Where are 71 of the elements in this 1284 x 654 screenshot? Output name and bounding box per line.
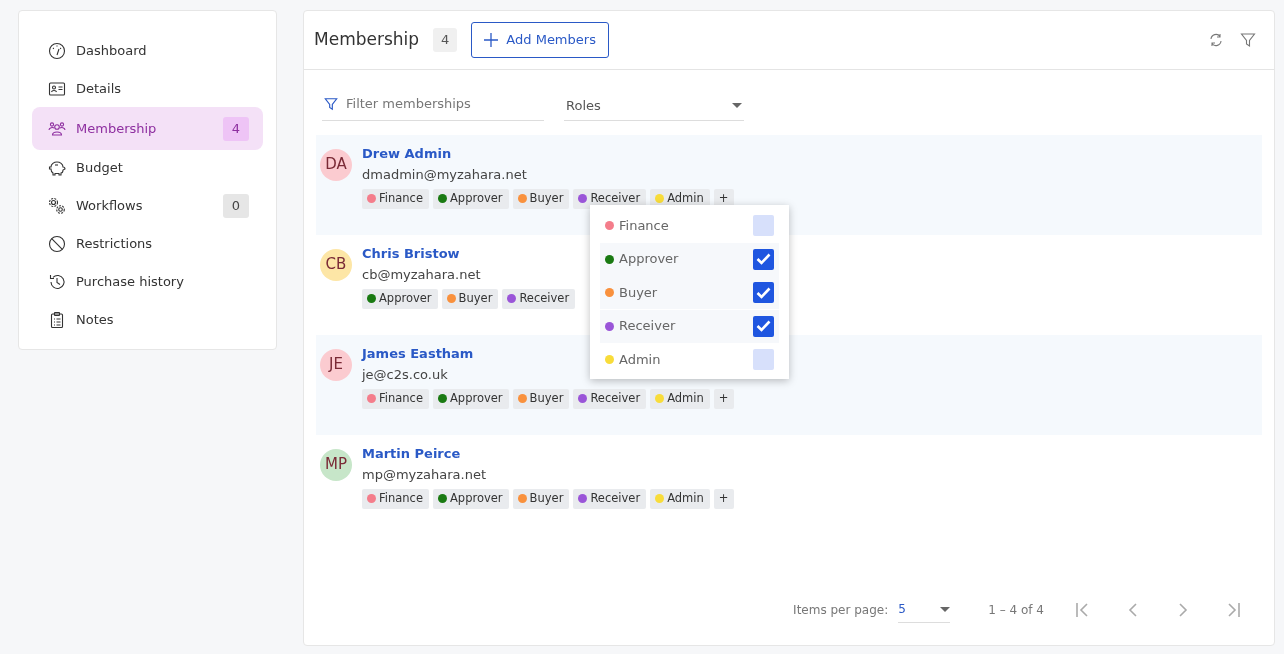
piggy-bank-icon — [48, 159, 66, 177]
caret-icon — [732, 103, 742, 109]
page-range: 1 – 4 of 4 — [988, 601, 1044, 619]
member-email: je@c2s.co.uk — [362, 365, 448, 384]
member-email: mp@myzahara.net — [362, 465, 487, 484]
role-tag: Finance — [362, 188, 429, 209]
member-email: cb@myzahara.net — [362, 265, 481, 284]
role-tag: Finance — [362, 388, 429, 409]
filter-icon[interactable] — [1240, 32, 1256, 48]
checkbox[interactable] — [753, 215, 774, 236]
caret-icon — [940, 606, 951, 612]
sidebar-item[interactable]: Membership 4 — [32, 107, 263, 150]
member-name-link[interactable]: Chris Bristow — [362, 244, 460, 263]
checkbox[interactable] — [753, 282, 774, 303]
avatar: MP — [320, 448, 352, 481]
roles-dropdown[interactable]: Roles — [564, 90, 744, 121]
member-name-link[interactable]: Drew Admin — [362, 144, 452, 163]
role-tag: Approver — [433, 488, 509, 509]
gears-icon — [48, 197, 66, 215]
role-tag: Approver — [433, 188, 509, 209]
sidebar-item[interactable]: Restrictions — [32, 224, 263, 264]
role-tag: Buyer — [441, 288, 499, 309]
count-badge: 0 — [223, 194, 249, 218]
add-role-button[interactable]: + — [713, 488, 735, 509]
role-option[interactable]: Receiver — [600, 309, 779, 343]
member-name-link[interactable]: Martin Peirce — [362, 444, 461, 463]
role-tag: Finance — [362, 488, 429, 509]
role-tag: Receiver — [573, 488, 647, 509]
add-role-button[interactable]: + — [713, 388, 735, 409]
member-count: 4 — [433, 28, 458, 52]
people-icon — [48, 119, 66, 138]
role-tag: Receiver — [573, 388, 647, 409]
role-tag: Approver — [433, 388, 509, 409]
role-tag: Approver — [362, 288, 438, 309]
role-option[interactable]: Finance — [600, 209, 779, 242]
refresh-icon[interactable] — [1208, 32, 1224, 48]
count-badge: 4 — [223, 116, 249, 141]
history-icon — [48, 273, 66, 291]
role-tag: Buyer — [512, 488, 570, 509]
sidebar-item[interactable]: Budget — [32, 148, 263, 188]
checkbox[interactable] — [753, 349, 774, 370]
ban-icon — [48, 235, 66, 253]
avatar: DA — [320, 148, 352, 181]
sidebar-item[interactable]: Notes — [32, 300, 263, 340]
sidebar-item[interactable]: Purchase history — [32, 262, 263, 302]
role-tag: Receiver — [502, 288, 576, 309]
gauge-icon — [48, 42, 66, 60]
panel-title: Membership — [314, 28, 420, 52]
filter-icon — [324, 96, 338, 111]
sidebar-item[interactable]: Dashboard — [32, 31, 263, 71]
role-option[interactable]: Admin — [600, 343, 779, 376]
plus-icon — [484, 33, 499, 47]
id-card-icon — [48, 80, 66, 98]
member-email: dmadmin@myzahara.net — [362, 165, 527, 184]
role-tag: Buyer — [512, 388, 570, 409]
role-option[interactable]: Buyer — [600, 276, 779, 309]
clipboard-icon — [48, 311, 66, 329]
checkbox[interactable] — [753, 315, 774, 337]
sidebar-item[interactable]: Details — [32, 69, 263, 109]
member-name-link[interactable]: James Eastham — [362, 344, 474, 363]
role-tag: Buyer — [512, 188, 570, 209]
avatar: JE — [320, 348, 352, 381]
items-per-page-label: Items per page: — [793, 601, 889, 619]
avatar: CB — [320, 248, 352, 281]
role-tag: Admin — [650, 388, 710, 409]
checkbox[interactable] — [753, 248, 774, 270]
role-option[interactable]: Approver — [600, 242, 779, 276]
sidebar-item[interactable]: Workflows 0 — [32, 186, 263, 226]
page-size-dropdown[interactable]: 5 — [898, 596, 951, 623]
role-tag: Admin — [650, 488, 710, 509]
add-members-button[interactable]: Add Members — [471, 22, 609, 58]
